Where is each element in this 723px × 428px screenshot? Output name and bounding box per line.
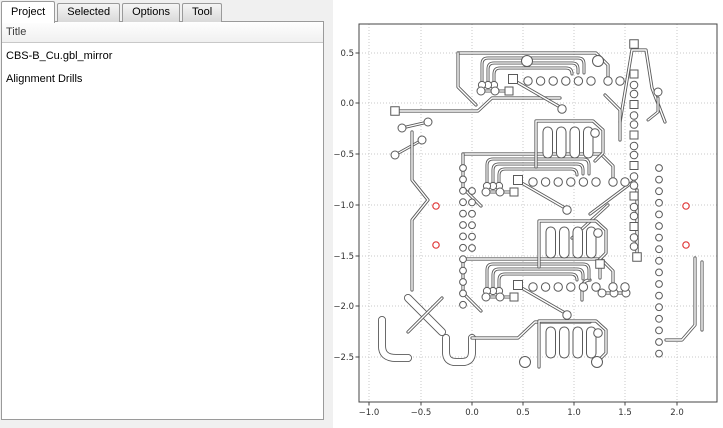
svg-text:−1.0: −1.0 xyxy=(359,408,380,418)
svg-text:−2.0: −2.0 xyxy=(333,302,354,312)
tab-tool[interactable]: Tool xyxy=(182,3,222,22)
tab-options[interactable]: Options xyxy=(122,3,180,22)
svg-text:0.0: 0.0 xyxy=(340,99,354,109)
alignment-drill xyxy=(433,242,439,248)
alignment-drill xyxy=(433,203,439,209)
alignment-drill xyxy=(683,242,689,248)
project-item-gerber[interactable]: CBS-B_Cu.gbl_mirror xyxy=(2,43,323,66)
pcb-plot: −1.0 −0.5 0.0 0.5 1.0 1.5 2.0 0.5 0.0 −0.5 −1.0 −1.… xyxy=(333,0,723,428)
svg-text:1.5: 1.5 xyxy=(618,408,632,418)
svg-text:−1.5: −1.5 xyxy=(333,252,354,262)
tab-bar: Project Selected Options Tool xyxy=(1,0,224,22)
app-window: { "window": { "bg": "#f0f0f0" }, "tabs":… xyxy=(0,0,723,428)
project-list-header: Title xyxy=(2,22,323,43)
project-item-drills[interactable]: Alignment Drills xyxy=(2,66,323,89)
svg-text:0.0: 0.0 xyxy=(465,408,479,418)
svg-text:1.0: 1.0 xyxy=(567,408,581,418)
svg-text:−0.5: −0.5 xyxy=(411,408,432,418)
alignment-drill xyxy=(683,203,689,209)
copper-traces xyxy=(382,50,702,367)
plot-canvas[interactable]: −1.0 −0.5 0.0 0.5 1.0 1.5 2.0 0.5 0.0 −0.5 −1.0 −1.… xyxy=(333,0,723,428)
svg-text:−1.0: −1.0 xyxy=(333,201,354,211)
tab-project[interactable]: Project xyxy=(1,1,55,23)
project-panel: Title CBS-B_Cu.gbl_mirror Alignment Dril… xyxy=(1,21,324,420)
svg-text:−0.5: −0.5 xyxy=(333,150,354,160)
svg-text:0.5: 0.5 xyxy=(516,408,530,418)
svg-text:0.5: 0.5 xyxy=(340,49,354,59)
tab-selected[interactable]: Selected xyxy=(57,3,120,22)
svg-text:−2.5: −2.5 xyxy=(333,353,354,363)
svg-text:2.0: 2.0 xyxy=(670,408,684,418)
